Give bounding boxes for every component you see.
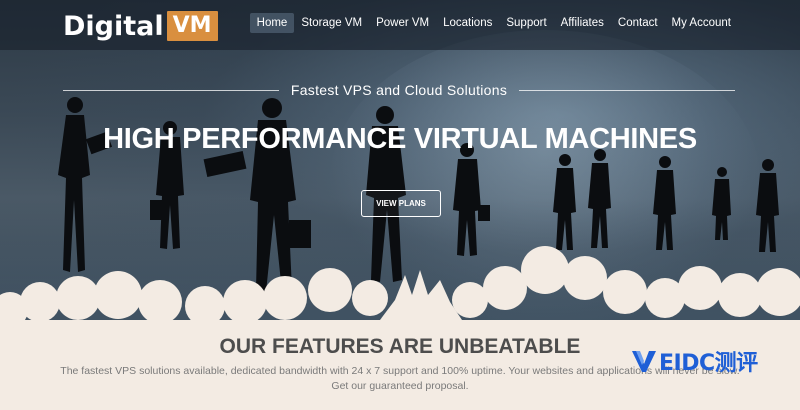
watermark: EIDC测评 xyxy=(631,345,758,377)
silhouette-body xyxy=(712,179,731,240)
silhouette-body xyxy=(653,170,676,250)
view-plans-button[interactable]: VIEW PLANS xyxy=(361,190,441,217)
nav-item-contact[interactable]: Contact xyxy=(611,13,665,33)
tagline-divider-right xyxy=(519,89,735,91)
watermark-text: EIDC测评 xyxy=(659,351,758,376)
silhouette-briefcase xyxy=(478,205,490,221)
tagline-divider-left xyxy=(63,89,279,91)
tagline-row: Fastest VPS and Cloud Solutions xyxy=(63,80,735,100)
hero-title: HIGH PERFORMANCE VIRTUAL MACHINES xyxy=(103,123,697,155)
nav-item-power-vm[interactable]: Power VM xyxy=(369,13,436,33)
brand-logo[interactable]: Digital VM xyxy=(63,8,218,44)
silhouette-head xyxy=(262,98,282,118)
nav-item-locations[interactable]: Locations xyxy=(436,13,499,33)
nav-item-storage-vm[interactable]: Storage VM xyxy=(294,13,369,33)
silhouette-body xyxy=(553,168,576,250)
silhouette-head xyxy=(659,156,671,168)
nav-item-my-account[interactable]: My Account xyxy=(665,13,738,33)
silhouette-briefcase xyxy=(150,200,164,220)
nav-item-support[interactable]: Support xyxy=(499,13,553,33)
logo-text: Digital xyxy=(63,10,164,42)
nav-item-home[interactable]: Home xyxy=(249,13,295,33)
top-navbar: Digital VM Home Storage VM Power VM Loca… xyxy=(0,0,800,50)
main-nav: Home Storage VM Power VM Locations Suppo… xyxy=(249,13,738,33)
v-logo-icon xyxy=(632,351,656,372)
silhouette-head xyxy=(762,159,774,171)
silhouette-body xyxy=(588,163,611,248)
logo-badge: VM xyxy=(166,11,218,41)
silhouette-head xyxy=(376,106,394,124)
hero-tagline: Fastest VPS and Cloud Solutions xyxy=(290,82,508,98)
silhouette-head xyxy=(717,167,727,177)
nav-item-affiliates[interactable]: Affiliates xyxy=(554,13,611,33)
